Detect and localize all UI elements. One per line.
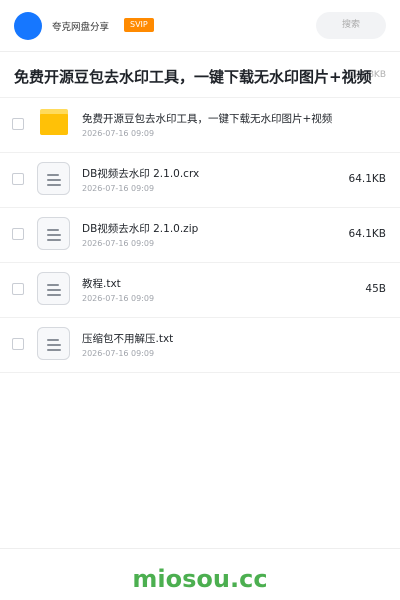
file-date: 2026-07-16 09:09 bbox=[82, 239, 155, 248]
file-size: 64.1KB bbox=[348, 228, 386, 240]
checkbox[interactable] bbox=[12, 118, 24, 130]
header-bar: 夸克网盘分享 SVIP 搜索 bbox=[0, 0, 400, 52]
list-item[interactable]: DB视频去水印 2.1.0.zip 2026-07-16 09:09 64.1K… bbox=[0, 208, 400, 263]
svip-badge: SVIP bbox=[124, 18, 154, 32]
file-date: 2026-07-16 09:09 bbox=[82, 294, 155, 303]
file-size: 45B bbox=[365, 283, 386, 295]
watermark-text: miosou.cc bbox=[132, 565, 268, 593]
checkbox[interactable] bbox=[12, 283, 24, 295]
file-icon bbox=[37, 327, 70, 360]
list-item[interactable]: 压缩包不用解压.txt 2026-07-16 09:09 bbox=[0, 318, 400, 373]
list-item[interactable]: 教程.txt 2026-07-16 09:09 45B bbox=[0, 263, 400, 318]
file-name: 免费开源豆包去水印工具，一键下载无水印图片+视频 bbox=[82, 113, 333, 125]
list-item[interactable]: 免费开源豆包去水印工具，一键下载无水印图片+视频 2026-07-16 09:0… bbox=[0, 98, 400, 153]
file-date: 2026-07-16 09:09 bbox=[82, 349, 155, 358]
search-input[interactable]: 搜索 bbox=[316, 12, 386, 39]
file-name: DB视频去水印 2.1.0.zip bbox=[82, 223, 199, 235]
page-title: 免费开源豆包去水印工具，一键下载无水印图片+视频 bbox=[14, 68, 372, 86]
file-icon bbox=[37, 272, 70, 305]
file-size: 64.1KB bbox=[348, 173, 386, 185]
file-icon bbox=[37, 217, 70, 250]
checkbox[interactable] bbox=[12, 228, 24, 240]
avatar[interactable] bbox=[14, 12, 42, 40]
footer: miosou.cc bbox=[0, 548, 400, 600]
file-list: 免费开源豆包去水印工具，一键下载无水印图片+视频 2026-07-16 09:0… bbox=[0, 98, 400, 373]
file-date: 2026-07-16 09:09 bbox=[82, 184, 155, 193]
list-item[interactable]: DB视频去水印 2.1.0.crx 2026-07-16 09:09 64.1K… bbox=[0, 153, 400, 208]
checkbox[interactable] bbox=[12, 173, 24, 185]
file-name: 教程.txt bbox=[82, 278, 121, 290]
file-name: 压缩包不用解压.txt bbox=[82, 333, 174, 345]
file-icon bbox=[37, 162, 70, 195]
share-title-row: 免费开源豆包去水印工具，一键下载无水印图片+视频 128.8KB bbox=[0, 52, 400, 98]
file-date: 2026-07-16 09:09 bbox=[82, 129, 155, 138]
file-name: DB视频去水印 2.1.0.crx bbox=[82, 168, 200, 180]
folder-icon bbox=[40, 109, 68, 135]
checkbox[interactable] bbox=[12, 338, 24, 350]
app-name: 夸克网盘分享 bbox=[52, 22, 110, 33]
